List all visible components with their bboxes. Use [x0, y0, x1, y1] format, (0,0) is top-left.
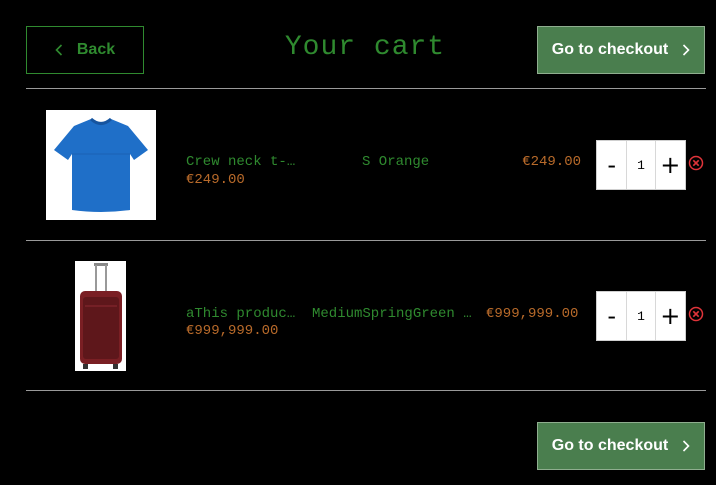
- product-image-suitcase: [75, 261, 126, 371]
- product-unit-price: €249.00: [186, 172, 245, 188]
- remove-icon[interactable]: [688, 155, 704, 171]
- back-button[interactable]: Back: [26, 26, 144, 74]
- product-price: €999,999.00: [486, 306, 579, 322]
- product-name[interactable]: Crew neck t-…: [186, 154, 308, 170]
- chevron-right-icon: [682, 440, 690, 452]
- back-button-label: Back: [76, 41, 116, 58]
- product-unit-price: €999,999.00: [186, 323, 279, 339]
- remove-icon[interactable]: [688, 306, 704, 322]
- increment-button[interactable]: +: [656, 292, 685, 340]
- product-image-t-shirt: [46, 110, 156, 220]
- chevron-left-icon: [55, 44, 63, 56]
- product-variant: S Orange: [362, 154, 430, 170]
- quantity-value[interactable]: 1: [626, 141, 656, 189]
- page-title: Your cart: [284, 32, 446, 63]
- checkout-button-top[interactable]: Go to checkout: [537, 26, 705, 74]
- checkout-button-label: Go to checkout: [551, 41, 669, 58]
- decrement-button[interactable]: -: [597, 141, 626, 189]
- product-price: €249.00: [522, 154, 581, 170]
- quantity-stepper: - 1 +: [596, 140, 686, 190]
- divider: [26, 390, 706, 391]
- checkout-button-label: Go to checkout: [551, 437, 669, 454]
- quantity-value[interactable]: 1: [626, 292, 656, 340]
- divider: [26, 88, 706, 89]
- product-variant: MediumSpringGreen …: [312, 306, 472, 322]
- increment-button[interactable]: +: [656, 141, 685, 189]
- decrement-button[interactable]: -: [597, 292, 626, 340]
- quantity-stepper: - 1 +: [596, 291, 686, 341]
- product-name[interactable]: aThis produc…: [186, 306, 308, 322]
- cart-item: Crew neck t-… €249.00 S Orange €249.00 -…: [26, 90, 706, 240]
- checkout-button-bottom[interactable]: Go to checkout: [537, 422, 705, 470]
- cart-item: aThis produc… €999,999.00 MediumSpringGr…: [26, 241, 706, 391]
- chevron-right-icon: [682, 44, 690, 56]
